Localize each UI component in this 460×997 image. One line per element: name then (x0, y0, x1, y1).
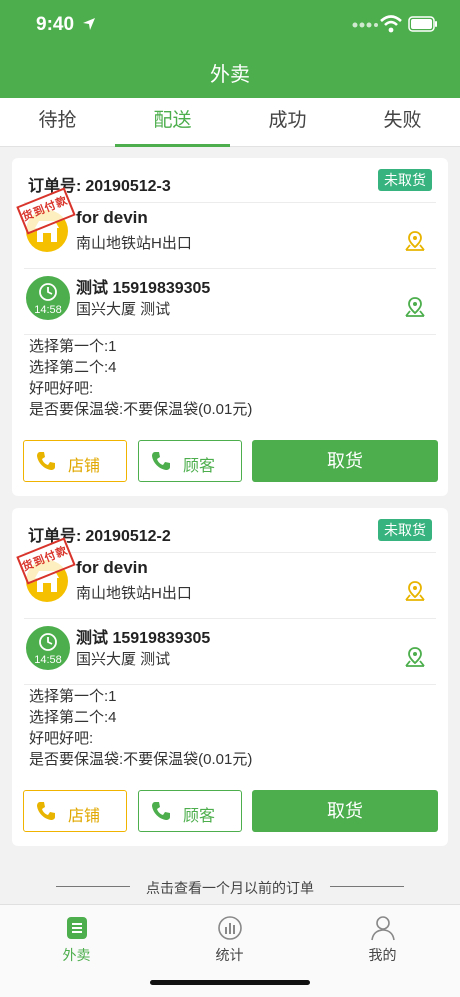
order-number: 20190512-2 (85, 528, 171, 545)
call-customer-label: 顾客 (183, 808, 216, 825)
signal-dots-icon (352, 22, 378, 28)
divider (24, 202, 436, 203)
tab-delivering[interactable]: 配送 (115, 98, 230, 147)
delivery-time: 14:58 (34, 304, 62, 316)
phone-icon (37, 452, 55, 470)
shop-map-pin-icon[interactable] (404, 580, 426, 602)
shop-address: 南山地铁站H出口 (76, 585, 192, 602)
phone-icon (152, 802, 170, 820)
battery-icon (408, 16, 437, 32)
pickup-button[interactable]: 取货 (252, 440, 438, 482)
history-link-text: 点击查看一个月以前的订单 (146, 880, 314, 896)
shop-name: for devin (76, 558, 148, 577)
history-link[interactable]: 点击查看一个月以前的订单 (0, 876, 460, 898)
customer-contact: 测试 15919839305 (76, 280, 211, 297)
divider (24, 618, 436, 619)
status-bar: 9:40 (0, 0, 460, 50)
status-badge: 未取货 (378, 169, 432, 191)
option-line: 好吧好吧: (29, 730, 94, 747)
option-line: 选择第二个:4 (29, 359, 117, 376)
phone-icon (37, 802, 55, 820)
nav-profile-label: 我的 (368, 947, 397, 963)
top-bar: 9:40 外卖 (0, 0, 460, 98)
order-number-row: 订单号: 20190512-3 (24, 172, 171, 196)
shop-address: 南山地铁站H出口 (76, 235, 192, 252)
order-number-row: 订单号: 20190512-2 (24, 522, 171, 546)
divider (24, 684, 436, 685)
nav-stats-label: 统计 (215, 947, 244, 963)
customer-address: 国兴大厦 测试 (76, 651, 171, 668)
phone-icon (152, 452, 170, 470)
option-line: 选择第一个:1 (29, 338, 117, 355)
status-time: 9:40 (36, 14, 75, 35)
option-line: 好吧好吧: (29, 380, 94, 397)
option-line: 选择第一个:1 (29, 688, 117, 705)
call-customer-button[interactable]: 顾客 (138, 440, 242, 482)
tab-failed[interactable]: 失败 (345, 98, 460, 146)
customer-map-pin-icon[interactable] (404, 646, 426, 668)
nav-takeout-label: 外卖 (62, 947, 91, 963)
divider (24, 268, 436, 269)
call-store-label: 店铺 (68, 808, 101, 825)
divider (24, 552, 436, 553)
call-store-label: 店铺 (68, 458, 101, 475)
profile-icon (371, 916, 395, 941)
nav-profile[interactable]: 我的 (306, 911, 459, 971)
order-number: 20190512-3 (85, 178, 171, 195)
nav-takeout[interactable]: 外卖 (0, 911, 153, 971)
shop-name: for devin (76, 208, 148, 227)
tab-pending[interactable]: 待抢 (0, 98, 115, 146)
home-indicator (150, 980, 310, 985)
customer-address: 国兴大厦 测试 (76, 301, 171, 318)
stats-icon (218, 916, 242, 940)
divider (330, 886, 404, 887)
wifi-icon (380, 15, 402, 33)
delivery-time: 14:58 (34, 654, 62, 666)
pickup-button[interactable]: 取货 (252, 790, 438, 832)
order-card[interactable]: 订单号: 20190512-2 未取货 货到付款 for devin 南山地铁站H… (12, 508, 448, 846)
option-line: 是否要保温袋:不要保温袋(0.01元) (29, 401, 253, 418)
status-badge: 未取货 (378, 519, 432, 541)
takeout-icon (67, 917, 87, 939)
order-options: 选择第一个:1 选择第二个:4 好吧好吧: 是否要保温袋:不要保温袋(0.01元… (29, 686, 252, 770)
option-line: 是否要保温袋:不要保温袋(0.01元) (29, 751, 253, 768)
order-card[interactable]: 订单号: 20190512-3 未取货 货到付款 for devin 南山地铁站H… (12, 158, 448, 496)
location-arrow-icon (83, 18, 95, 30)
order-tabs: 待抢 配送 成功 失败 (0, 98, 460, 147)
nav-stats[interactable]: 统计 (153, 911, 306, 971)
order-options: 选择第一个:1 选择第二个:4 好吧好吧: 是否要保温袋:不要保温袋(0.01元… (29, 336, 252, 420)
page-title: 外卖 (210, 64, 250, 86)
call-customer-label: 顾客 (183, 458, 216, 475)
tab-success[interactable]: 成功 (230, 98, 345, 146)
divider (24, 334, 436, 335)
customer-map-pin-icon[interactable] (404, 296, 426, 318)
shop-map-pin-icon[interactable] (404, 230, 426, 252)
customer-contact: 测试 15919839305 (76, 630, 211, 647)
option-line: 选择第二个:4 (29, 709, 117, 726)
call-store-button[interactable]: 店铺 (23, 440, 127, 482)
call-customer-button[interactable]: 顾客 (138, 790, 242, 832)
call-store-button[interactable]: 店铺 (23, 790, 127, 832)
